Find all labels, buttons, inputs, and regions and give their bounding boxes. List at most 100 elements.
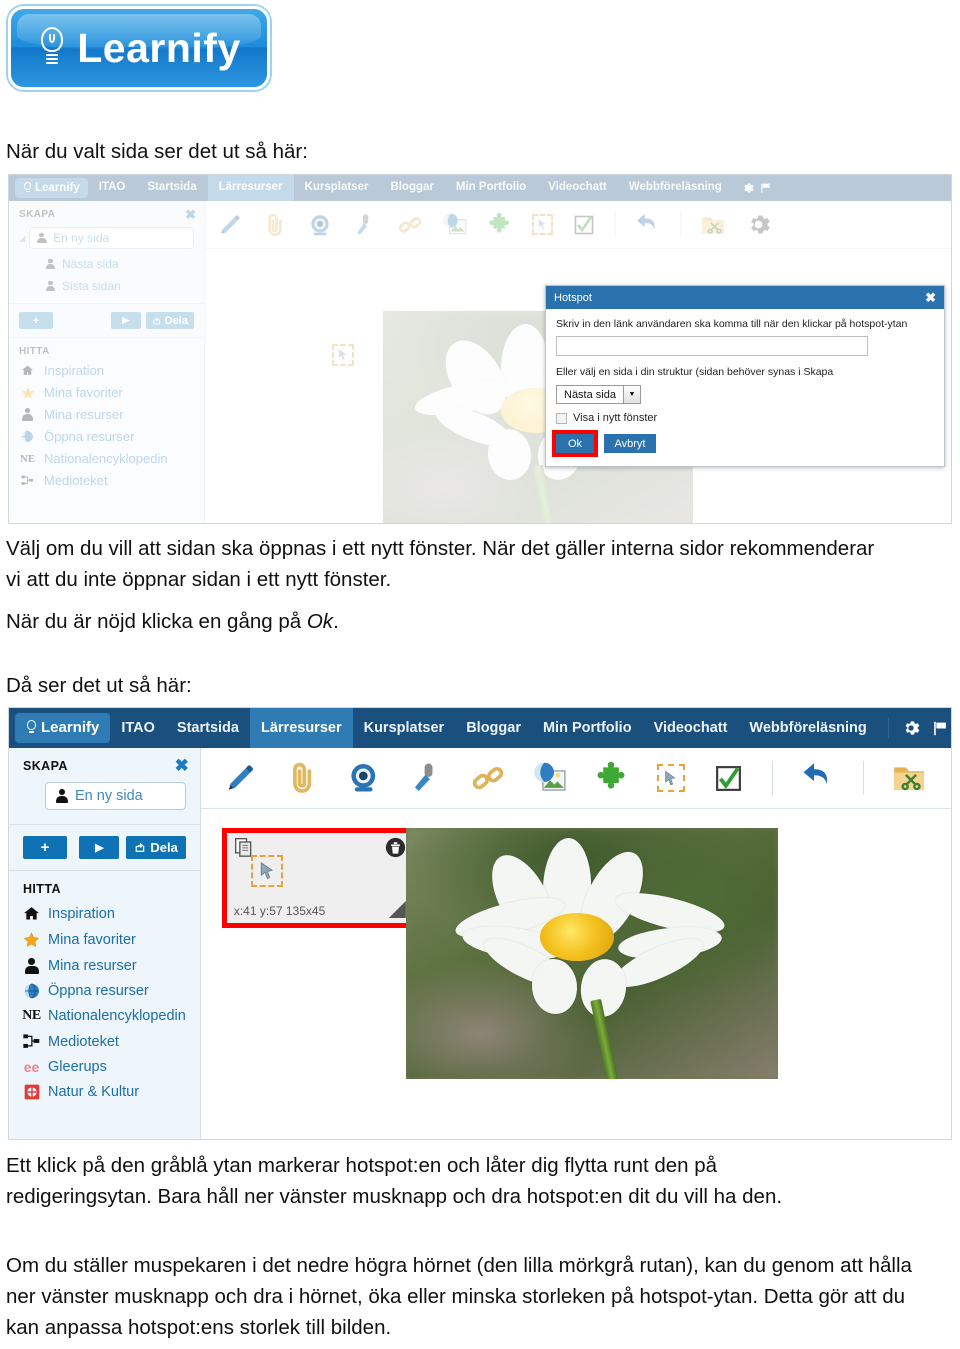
sub-page-1[interactable]: Nästa sida (19, 257, 194, 271)
trash-icon[interactable] (385, 837, 406, 863)
checkbox-icon[interactable] (713, 763, 744, 794)
flag-icon[interactable] (931, 719, 950, 738)
nav-brand[interactable]: Learnify (15, 178, 88, 198)
link-chain-icon[interactable] (397, 212, 423, 238)
flag-icon[interactable] (759, 181, 773, 195)
nav-item-bloggar[interactable]: Bloggar (455, 708, 532, 748)
image-globe-icon[interactable] (442, 212, 468, 238)
preview-button[interactable]: ▶ (110, 312, 141, 329)
nav-item-videochatt[interactable]: Videochatt (537, 175, 618, 201)
sidebar-item-oppna-resurser[interactable]: Öppna resurser (23, 983, 186, 999)
add-page-button[interactable]: + (23, 836, 67, 859)
nav-item-kursplatser[interactable]: Kursplatser (353, 708, 456, 748)
checkbox-icon[interactable] (572, 213, 596, 237)
sidebar-item-mina-resurser[interactable]: Mina resurser (19, 407, 194, 422)
close-icon[interactable]: ✖ (925, 290, 936, 306)
sidebar-item-mina-favoriter[interactable]: Mina favoriter (23, 931, 186, 949)
sidebar-item-mina-favoriter[interactable]: Mina favoriter (19, 385, 194, 400)
paragraph-1-line3: När du är nöjd klicka en gång på Ok. (6, 606, 339, 637)
hotspot-select-icon[interactable] (656, 764, 685, 792)
nav-item-webbforelasning[interactable]: Webbföreläsning (738, 708, 877, 748)
folder-scissors-icon[interactable] (892, 761, 926, 795)
sidebar-item-medioteket[interactable]: Medioteket (19, 473, 194, 488)
nav-item-bloggar[interactable]: Bloggar (379, 175, 444, 201)
preview-button[interactable]: ▶ (79, 836, 120, 859)
puzzle-piece-icon[interactable] (487, 212, 513, 238)
pen-icon[interactable] (223, 761, 257, 795)
webcam-icon[interactable] (347, 761, 381, 795)
nav-item-itao[interactable]: ITAO (110, 708, 166, 748)
app-navbar: Learnify ITAO Startsida Lärresurser Kurs… (9, 175, 951, 201)
person-icon (55, 789, 69, 803)
gear-icon[interactable] (745, 211, 772, 238)
sidebar-item-inspiration[interactable]: Inspiration (19, 363, 194, 378)
share-button[interactable]: Dela (126, 836, 186, 859)
nav-item-larresurser[interactable]: Lärresurser (207, 175, 294, 201)
sidebar-item-label: Mina resurser (44, 407, 124, 422)
hotspot-select-icon[interactable] (532, 214, 553, 235)
page-field-current[interactable]: En ny sida (29, 227, 194, 249)
nav-item-kursplatser[interactable]: Kursplatser (294, 175, 380, 201)
tree-toggle-icon[interactable]: ◢ (19, 234, 25, 243)
resize-handle-icon[interactable] (388, 901, 406, 918)
sidebar-item-nationalencyklopedin[interactable]: NE Nationalencyklopedin (22, 1008, 186, 1024)
page-select[interactable]: Nästa sida ▼ (556, 385, 641, 404)
share-label: Dela (164, 314, 188, 327)
sidebar-item-mina-resurser[interactable]: Mina resurser (23, 958, 186, 974)
gear-icon[interactable] (901, 718, 921, 738)
ne-logo-icon: NE (22, 1008, 41, 1023)
sidebar-item-gleerups[interactable]: ee Gleerups (23, 1059, 186, 1075)
share-button[interactable]: Dela (145, 312, 194, 329)
sidebar-item-oppna-resurser[interactable]: Öppna resurser (19, 429, 194, 444)
paperclip-icon[interactable] (285, 761, 319, 795)
home-icon (23, 905, 40, 922)
add-page-button[interactable]: + (19, 312, 53, 329)
folder-scissors-icon[interactable] (700, 212, 726, 238)
star-icon (23, 931, 40, 949)
webcam-icon[interactable] (307, 212, 333, 238)
hotspot-marker[interactable] (332, 344, 354, 366)
nav-item-webbforelasning[interactable]: Webbföreläsning (618, 175, 733, 201)
nav-item-larresurser[interactable]: Lärresurser (249, 708, 353, 748)
sub-page-label: Sista sidan (62, 279, 121, 293)
sidebar-item-label: Nationalencyklopedin (48, 1008, 186, 1024)
image-globe-icon[interactable] (533, 761, 567, 795)
microphone-icon[interactable] (352, 212, 378, 238)
paperclip-icon[interactable] (262, 212, 288, 238)
person-icon (23, 958, 40, 974)
cancel-button[interactable]: Avbryt (604, 434, 656, 453)
nav-item-itao[interactable]: ITAO (88, 175, 137, 201)
undo-icon[interactable] (635, 212, 661, 238)
chevron-down-icon[interactable]: ▼ (622, 386, 640, 403)
close-icon[interactable]: ✖ (185, 207, 196, 223)
link-chain-icon[interactable] (471, 761, 505, 795)
flower-image (405, 828, 778, 1079)
new-window-checkbox-row[interactable]: Visa i nytt fönster (556, 412, 934, 424)
new-window-checkbox[interactable] (556, 412, 567, 424)
page-field-current[interactable]: En ny sida (45, 782, 186, 810)
sub-page-2[interactable]: Sista sidan (19, 279, 194, 293)
ne-logo-icon: NE (19, 452, 36, 465)
nav-item-startsida[interactable]: Startsida (166, 708, 250, 748)
hotspot-widget[interactable]: x:41 y:57 135x45 (221, 828, 419, 928)
globe-icon (23, 983, 40, 999)
close-icon[interactable]: ✖ (175, 756, 189, 776)
gear-icon[interactable] (741, 181, 755, 195)
nav-item-startsida[interactable]: Startsida (136, 175, 207, 201)
paragraph-1-line3-a: När du är nöjd klicka en gång på (6, 610, 307, 633)
lightbulb-icon (23, 182, 32, 194)
hotspot-link-input[interactable] (556, 336, 868, 356)
nav-item-min-portfolio[interactable]: Min Portfolio (532, 708, 643, 748)
nav-item-min-portfolio[interactable]: Min Portfolio (445, 175, 537, 201)
sidebar-item-medioteket[interactable]: Medioteket (23, 1033, 186, 1050)
pen-icon[interactable] (217, 212, 243, 238)
undo-icon[interactable] (801, 761, 835, 795)
nav-brand[interactable]: Learnify (15, 712, 111, 744)
ok-button[interactable]: Ok (556, 434, 594, 453)
sidebar-item-natur-kultur[interactable]: Natur & Kultur (23, 1084, 186, 1100)
microphone-icon[interactable] (409, 761, 443, 795)
sidebar-item-nationalencyklopedin[interactable]: NE Nationalencyklopedin (19, 451, 194, 466)
nav-item-videochatt[interactable]: Videochatt (643, 708, 739, 748)
sidebar-item-inspiration[interactable]: Inspiration (23, 905, 186, 922)
puzzle-piece-icon[interactable] (595, 761, 629, 795)
